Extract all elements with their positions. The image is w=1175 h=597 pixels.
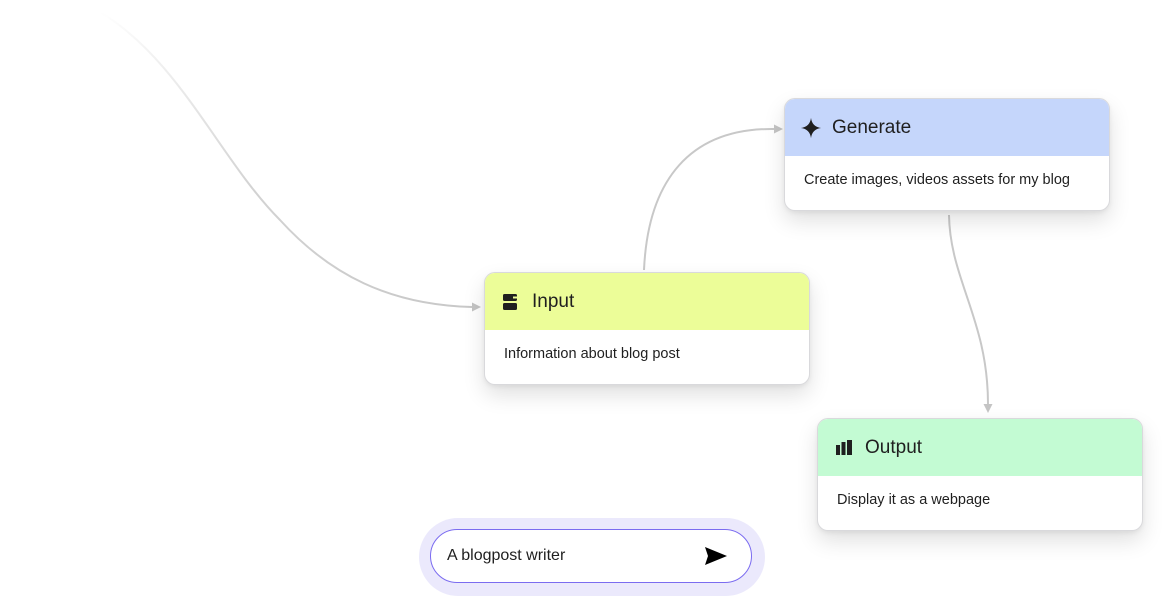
input-node-title: Input <box>532 290 575 312</box>
edge-offscreen-to-input <box>99 11 473 308</box>
output-node-title: Output <box>865 436 923 458</box>
send-button[interactable] <box>703 543 729 569</box>
output-node-description: Display it as a webpage <box>837 492 991 508</box>
edge-generate-to-output <box>948 214 989 405</box>
output-node[interactable]: Output Display it as a webpage <box>817 418 1143 531</box>
input-icon <box>500 291 522 313</box>
output-icon <box>833 437 855 459</box>
edge-input-to-generate <box>643 127 775 271</box>
arrowhead-output <box>983 404 993 413</box>
sparkle-icon <box>800 117 822 139</box>
prompt-input[interactable]: A blogpost writer <box>430 529 752 583</box>
output-node-header[interactable]: Output <box>818 419 1142 476</box>
prompt-input-text[interactable]: A blogpost writer <box>447 547 703 565</box>
arrowhead-input <box>472 302 481 312</box>
input-node[interactable]: Input Information about blog post <box>484 272 810 385</box>
flow-canvas[interactable]: Generate Create images, videos assets fo… <box>0 0 1175 597</box>
input-node-description: Information about blog post <box>504 346 680 362</box>
generate-node-description: Create images, videos assets for my blog <box>804 172 1070 188</box>
arrowhead-generate <box>774 124 783 134</box>
generate-node-header[interactable]: Generate <box>785 99 1109 156</box>
generate-node[interactable]: Generate Create images, videos assets fo… <box>784 98 1110 211</box>
send-icon <box>705 547 727 565</box>
generate-node-title: Generate <box>832 116 912 138</box>
input-node-header[interactable]: Input <box>485 273 809 330</box>
